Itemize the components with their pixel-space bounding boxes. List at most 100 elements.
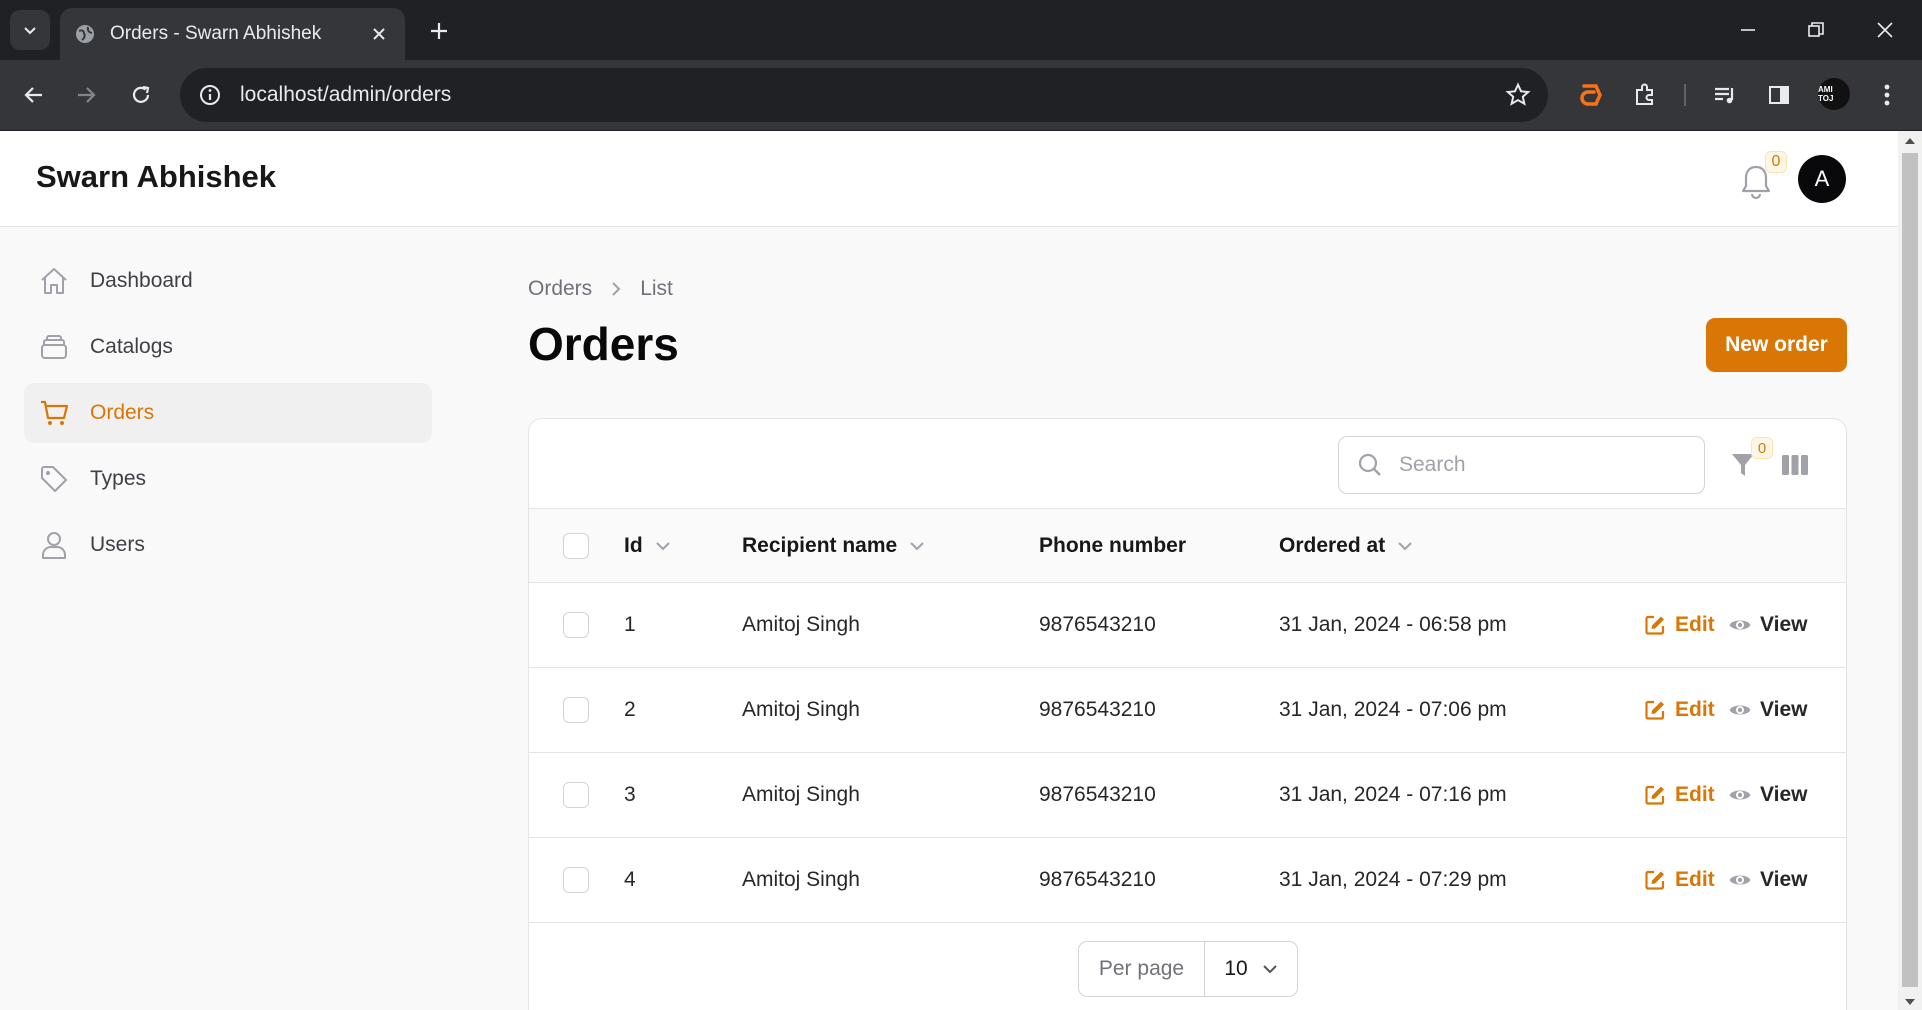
page-scrollbar[interactable] (1898, 131, 1922, 1010)
tag-icon (38, 463, 70, 495)
minimize-button[interactable] (1723, 12, 1773, 48)
per-page-select[interactable]: 10 (1205, 942, 1297, 996)
sidebar-item-label: Dashboard (90, 269, 193, 292)
scroll-up-arrow-icon[interactable] (1904, 137, 1916, 145)
arrow-left-icon (24, 87, 42, 103)
sidebar-item-dashboard[interactable]: Dashboard (24, 251, 432, 311)
sidebar-item-label: Types (90, 467, 147, 490)
edit-icon (1643, 783, 1667, 807)
browser-toolbar: localhost/admin/orders AMI TOJ (0, 60, 1922, 131)
browser-menu-button[interactable] (1870, 78, 1904, 112)
view-button[interactable]: View (1728, 783, 1807, 807)
view-button[interactable]: View (1728, 868, 1807, 892)
cart-icon (38, 397, 70, 429)
stack-icon (38, 331, 70, 363)
queue-music-icon (1715, 87, 1734, 104)
restore-button[interactable] (1791, 12, 1841, 48)
table-row: 3 Amitoj Singh 9876543210 31 Jan, 2024 - 07… (529, 753, 1846, 838)
column-header-ordered-at[interactable]: Ordered at (1279, 509, 1413, 582)
row-checkbox[interactable] (563, 612, 589, 638)
row-checkbox[interactable] (563, 697, 589, 723)
tab-search-button[interactable] (10, 10, 50, 50)
media-controls-button[interactable] (1708, 78, 1742, 112)
brave-extension-button[interactable] (1574, 78, 1608, 112)
kebab-menu-icon (1884, 84, 1890, 106)
close-window-button[interactable] (1860, 12, 1910, 48)
brand-name[interactable]: Swarn Abhishek (36, 159, 276, 195)
eye-icon (1728, 783, 1752, 807)
reload-icon (132, 85, 150, 103)
edit-button[interactable]: Edit (1643, 698, 1715, 722)
per-page-control: Per page 10 (1078, 941, 1298, 997)
browser-tab-strip: Orders - Swarn Abhishek (0, 0, 1922, 60)
sidebar: Dashboard Catalogs Orders Types Users (24, 251, 432, 581)
column-header-id[interactable]: Id (624, 509, 671, 582)
cell-recipient: Amitoj Singh (742, 698, 860, 721)
search-input[interactable] (1399, 453, 1699, 477)
address-bar[interactable]: localhost/admin/orders (180, 68, 1548, 122)
cell-id: 4 (624, 868, 636, 891)
minimize-icon (1741, 29, 1755, 31)
reload-button[interactable] (121, 75, 161, 115)
new-tab-button[interactable] (424, 16, 454, 46)
arrow-right-icon (78, 87, 96, 103)
close-icon (373, 28, 385, 40)
breadcrumb-current: List (640, 277, 673, 300)
bookmark-button[interactable] (1500, 77, 1536, 113)
forward-button[interactable] (66, 75, 106, 115)
eye-icon (1728, 613, 1752, 637)
toggle-columns-button[interactable] (1779, 449, 1811, 481)
tab-title: Orders - Swarn Abhishek (110, 23, 322, 44)
page-title: Orders (528, 318, 679, 370)
scrollbar-thumb[interactable] (1902, 153, 1918, 987)
search-box[interactable] (1338, 436, 1705, 494)
sidebar-item-catalogs[interactable]: Catalogs (24, 317, 432, 377)
row-checkbox[interactable] (563, 867, 589, 893)
column-header-recipient[interactable]: Recipient name (742, 509, 925, 582)
app-topbar: Swarn Abhishek 0 A (0, 131, 1898, 227)
chevron-down-icon (655, 541, 671, 551)
table-row: 4 Amitoj Singh 9876543210 31 Jan, 2024 - 07… (529, 838, 1846, 923)
edit-button[interactable]: Edit (1643, 613, 1715, 637)
table-body: 1 Amitoj Singh 9876543210 31 Jan, 2024 - 06… (529, 583, 1846, 923)
edit-button[interactable]: Edit (1643, 783, 1715, 807)
notification-count-badge: 0 (1765, 151, 1787, 173)
edit-button[interactable]: Edit (1643, 868, 1715, 892)
row-checkbox[interactable] (563, 782, 589, 808)
new-order-button[interactable]: New order (1706, 318, 1847, 372)
plus-icon (431, 23, 447, 39)
table-toolbar: 0 (529, 419, 1846, 509)
cell-id: 2 (624, 698, 636, 721)
scroll-down-arrow-icon[interactable] (1904, 998, 1916, 1006)
view-button[interactable]: View (1728, 613, 1807, 637)
sidebar-item-orders[interactable]: Orders (24, 383, 432, 443)
back-button[interactable] (14, 75, 54, 115)
edit-icon (1643, 698, 1667, 722)
site-info-icon[interactable] (198, 83, 222, 107)
edit-icon (1643, 868, 1667, 892)
sidebar-item-users[interactable]: Users (24, 515, 432, 575)
view-label: View (1760, 613, 1808, 636)
chevron-right-icon (610, 281, 622, 297)
view-button[interactable]: View (1728, 698, 1807, 722)
tab-close-button[interactable] (367, 22, 391, 46)
extensions-button[interactable] (1628, 78, 1662, 112)
side-panel-button[interactable] (1762, 78, 1796, 112)
column-header-phone: Phone number (1039, 509, 1186, 582)
cell-phone: 9876543210 (1039, 613, 1156, 636)
per-page-label: Per page (1079, 942, 1205, 996)
sidebar-item-types[interactable]: Types (24, 449, 432, 509)
column-header-label: Phone number (1039, 533, 1187, 557)
edit-label: Edit (1675, 613, 1715, 636)
cell-id: 3 (624, 783, 636, 806)
user-avatar[interactable]: A (1798, 155, 1846, 203)
breadcrumb-root-link[interactable]: Orders (528, 277, 592, 301)
browser-tab-active[interactable]: Orders - Swarn Abhishek (60, 8, 405, 60)
url-text[interactable]: localhost/admin/orders (240, 83, 1500, 107)
browser-profile-avatar[interactable]: AMI TOJ (1818, 78, 1850, 110)
star-icon (1505, 82, 1531, 106)
select-all-checkbox[interactable] (563, 532, 589, 559)
page-viewport: Swarn Abhishek 0 A Dashboard Catalogs Or… (0, 131, 1898, 1010)
cell-ordered-at: 31 Jan, 2024 - 07:29 pm (1279, 868, 1507, 891)
chevron-down-icon (24, 27, 36, 35)
